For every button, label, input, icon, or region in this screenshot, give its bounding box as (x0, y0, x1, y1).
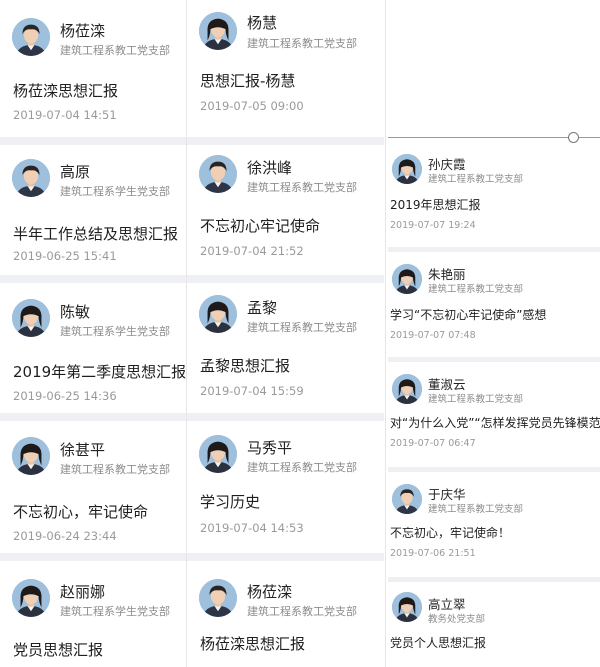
author-branch: 建筑工程系教工党支部 (247, 605, 357, 618)
author-branch: 建筑工程系教工党支部 (60, 463, 170, 476)
card-separator (187, 137, 384, 145)
post-timestamp: 2019-07-04 21:52 (200, 244, 304, 258)
post-title[interactable]: 学习历史 (200, 491, 260, 512)
author-branch: 建筑工程系教工党支部 (428, 174, 524, 185)
post-column-3: 孙庆霞 建筑工程系教工党支部 2019年思想汇报 2019-07-07 19:24 朱艳… (388, 0, 600, 667)
avatar[interactable] (12, 18, 50, 56)
post-title[interactable]: 不忘初心，牢记使命 (13, 501, 148, 522)
post-card[interactable]: 高原建筑工程系学生党支部半年工作总结及思想汇报 2019-06-25 15:41 (0, 145, 186, 278)
author-name[interactable]: 陈敏 (60, 301, 90, 322)
avatar[interactable] (392, 154, 422, 184)
post-timestamp: 2019-07-07 06:47 (390, 438, 476, 449)
avatar[interactable] (12, 159, 50, 197)
post-card[interactable]: 于庆华 建筑工程系教工党支部 不忘初心，牢记使命！ 2019-07-06 21:51 (388, 472, 600, 576)
post-column-2: 杨慧 建筑工程系教工党支部 思想汇报-杨慧 2019-07-05 09:00 徐洪峰 建筑… (187, 0, 384, 667)
author-branch: 建筑工程系教工党支部 (428, 284, 524, 295)
author-name[interactable]: 赵丽娜 (60, 581, 105, 602)
author-branch: 建筑工程系学生党支部 (60, 185, 170, 198)
post-card[interactable]: 陈敏建筑工程系学生党支部 2019年第二季度思想汇报 2019-06-25 14:3… (0, 283, 186, 416)
avatar[interactable] (392, 264, 422, 294)
avatar[interactable] (392, 592, 422, 622)
post-card[interactable]: 杨慧建筑工程系教工党支部思想汇报-杨慧 2019-07-05 09:00 (187, 0, 384, 140)
author-branch: 建筑工程系教工党支部 (247, 37, 357, 50)
post-timestamp: 2019-07-05 09:00 (200, 99, 304, 113)
avatar[interactable] (199, 12, 237, 50)
post-title[interactable]: 2019年思想汇报 (390, 196, 481, 213)
author-name[interactable]: 杨莅滦 (247, 581, 292, 602)
author-name[interactable]: 徐洪峰 (247, 157, 292, 178)
post-title[interactable]: 学习“不忘初心牢记使命”感想 (390, 306, 546, 323)
post-card[interactable]: 徐洪峰建筑工程系教工党支部不忘初心牢记使命 2019-07-04 21:52 (187, 145, 384, 278)
post-title[interactable]: 对“为什么入党”“怎样发挥党员先锋模范 (390, 414, 600, 431)
avatar[interactable] (12, 579, 50, 617)
post-title[interactable]: 2019年第二季度思想汇报 (13, 361, 186, 382)
post-timestamp: 2019-07-04 15:59 (200, 384, 304, 398)
post-card[interactable]: 马秀平建筑工程系教工党支部学习历史 2019-07-04 14:53 (187, 421, 384, 556)
post-title[interactable]: 思想汇报-杨慧 (200, 70, 295, 91)
card-separator (0, 137, 186, 145)
author-branch: 建筑工程系学生党支部 (60, 325, 170, 338)
timeline-dot-top (568, 132, 579, 143)
post-card[interactable]: 赵丽娜建筑工程系学生党支部党员思想汇报 (0, 561, 186, 667)
avatar[interactable] (199, 155, 237, 193)
avatar[interactable] (199, 295, 237, 333)
post-title[interactable]: 孟黎思想汇报 (200, 355, 290, 376)
author-branch: 建筑工程系教工党支部 (247, 181, 357, 194)
post-card[interactable]: 杨莅滦建筑工程系教工党支部杨莅滦思想汇报 (187, 561, 384, 667)
post-title[interactable]: 不忘初心牢记使命 (200, 215, 320, 236)
avatar[interactable] (392, 374, 422, 404)
post-title[interactable]: 党员个人思想汇报 (390, 634, 486, 651)
card-separator (0, 413, 186, 421)
card-separator (0, 553, 186, 561)
post-timestamp: 2019-06-25 15:41 (13, 249, 117, 263)
post-card[interactable]: 杨莅滦建筑工程系教工党支部杨莅滦思想汇报 2019-07-04 14:51 (0, 0, 186, 140)
post-column-1: 杨莅滦 建筑工程系教工党支部 杨莅滦思想汇报 2019-07-04 14:51 高原 建筑… (0, 0, 186, 667)
author-branch: 建筑工程系教工党支部 (428, 504, 524, 515)
avatar[interactable] (199, 579, 237, 617)
card-separator (0, 275, 186, 283)
avatar[interactable] (12, 299, 50, 337)
post-title[interactable]: 半年工作总结及思想汇报 (13, 223, 178, 244)
post-title[interactable]: 杨莅滦思想汇报 (13, 80, 118, 101)
post-timestamp: 2019-07-07 19:24 (390, 220, 476, 231)
card-separator (187, 553, 384, 561)
post-timestamp: 2019-07-06 21:51 (390, 548, 476, 559)
author-name[interactable]: 徐甚平 (60, 439, 105, 460)
post-card[interactable]: 孙庆霞 建筑工程系教工党支部 2019年思想汇报 2019-07-07 19:24 (388, 144, 600, 246)
post-timestamp: 2019-06-25 14:36 (13, 389, 117, 403)
post-timestamp: 2019-07-07 07:48 (390, 330, 476, 341)
post-timestamp: 2019-07-04 14:53 (200, 521, 304, 535)
post-card[interactable]: 董淑云 建筑工程系教工党支部 对“为什么入党”“怎样发挥党员先锋模范 2019-07-… (388, 362, 600, 466)
author-name[interactable]: 杨慧 (247, 12, 277, 33)
post-timestamp: 2019-06-24 23:44 (13, 529, 117, 543)
card-separator (187, 413, 384, 421)
author-branch: 教务处党支部 (428, 614, 486, 625)
post-title[interactable]: 杨莅滦思想汇报 (200, 633, 305, 654)
post-card[interactable]: 高立翠 教务处党支部 党员个人思想汇报 (388, 582, 600, 667)
post-card[interactable]: 徐甚平建筑工程系教工党支部不忘初心，牢记使命 2019-06-24 23:44 (0, 421, 186, 556)
author-branch: 建筑工程系教工党支部 (247, 461, 357, 474)
author-branch: 建筑工程系教工党支部 (428, 394, 524, 405)
post-card[interactable]: 朱艳丽 建筑工程系教工党支部 学习“不忘初心牢记使命”感想 2019-07-07 07… (388, 252, 600, 356)
post-card[interactable]: 孟黎建筑工程系教工党支部孟黎思想汇报 2019-07-04 15:59 (187, 283, 384, 416)
column-divider (385, 0, 386, 667)
author-name[interactable]: 杨莅滦 (60, 20, 105, 41)
author-branch: 建筑工程系教工党支部 (60, 44, 170, 57)
author-name[interactable]: 孟黎 (247, 297, 277, 318)
post-title[interactable]: 党员思想汇报 (13, 639, 103, 660)
post-timestamp: 2019-07-04 14:51 (13, 108, 117, 122)
card-separator (187, 275, 384, 283)
author-branch: 建筑工程系学生党支部 (60, 605, 170, 618)
author-name[interactable]: 马秀平 (247, 437, 292, 458)
post-title[interactable]: 不忘初心，牢记使命！ (390, 524, 510, 541)
avatar[interactable] (199, 435, 237, 473)
author-name[interactable]: 高原 (60, 161, 90, 182)
author-branch: 建筑工程系教工党支部 (247, 321, 357, 334)
avatar[interactable] (392, 484, 422, 514)
avatar[interactable] (12, 437, 50, 475)
